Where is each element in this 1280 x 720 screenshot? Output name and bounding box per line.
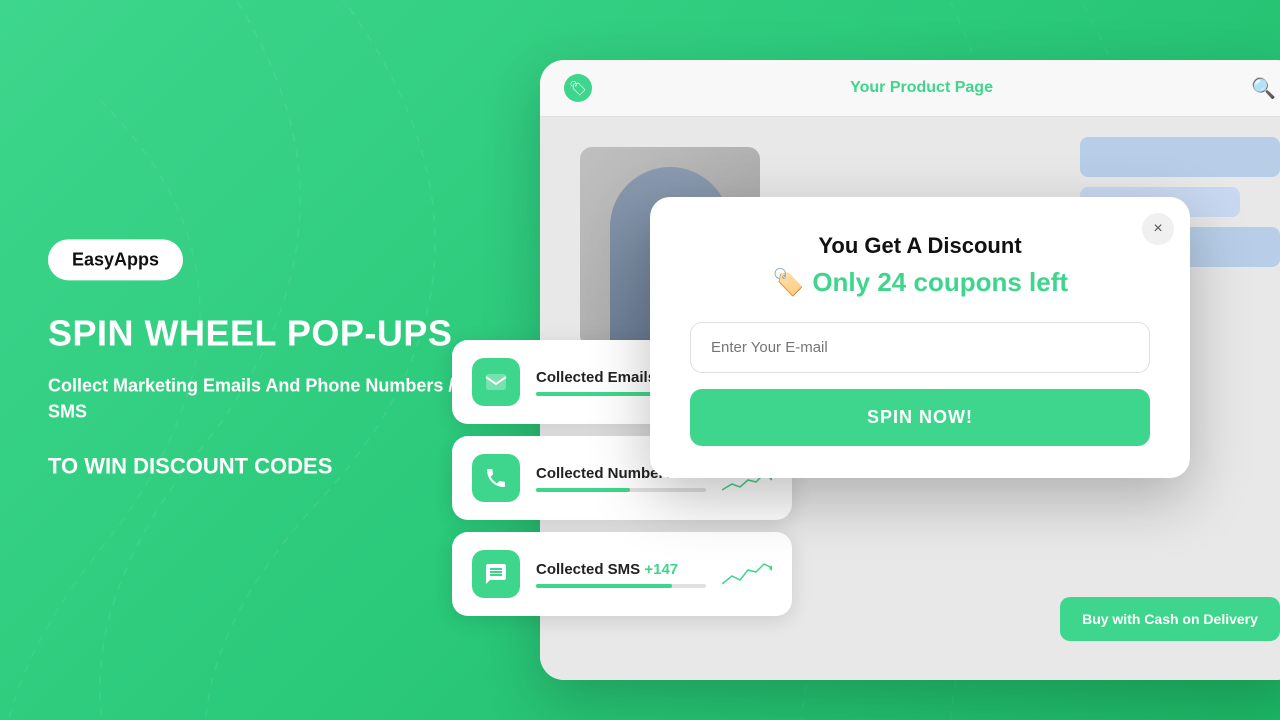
brand-name: EasyApps	[72, 249, 159, 270]
mock-page-title: Your Product Page	[850, 79, 993, 97]
popup-subtitle-text: Only 24 coupons left	[812, 267, 1068, 298]
headline: SPIN WHEEL POP-UPS	[48, 312, 478, 353]
popup-modal: × You Get A Discount 🏷️ Only 24 coupons …	[650, 197, 1190, 478]
popup-subtitle: 🏷️ Only 24 coupons left	[690, 267, 1150, 298]
phone-icon	[472, 454, 520, 502]
mock-bar-1	[1080, 137, 1280, 177]
subheadline: Collect Marketing Emails And Phone Numbe…	[48, 374, 478, 424]
sms-bar-fill	[536, 584, 672, 588]
email-bar-fill	[536, 392, 655, 396]
sms-icon	[472, 550, 520, 598]
tagline: TO WIN DISCOUNT CODES	[48, 452, 478, 481]
spin-now-button[interactable]: SPIN NOW!	[690, 389, 1150, 446]
numbers-bar-fill	[536, 488, 630, 492]
sms-stat-bar	[536, 584, 706, 588]
email-input[interactable]	[690, 322, 1150, 373]
left-panel: EasyApps SPIN WHEEL POP-UPS Collect Mark…	[48, 239, 478, 480]
sms-stat-info: Collected SMS +147	[536, 561, 706, 588]
mock-header: 🏷 Your Product Page 🔍	[540, 60, 1280, 117]
numbers-stat-bar	[536, 488, 706, 492]
email-icon	[472, 358, 520, 406]
popup-close-button[interactable]: ×	[1142, 213, 1174, 245]
brand-pill: EasyApps	[48, 239, 183, 280]
mock-cash-button[interactable]: Buy with Cash on Delivery	[1060, 597, 1280, 641]
mock-search-icon: 🔍	[1251, 76, 1276, 101]
sms-chart	[722, 558, 772, 590]
sms-stat-title: Collected SMS +147	[536, 561, 706, 578]
mock-logo-icon: 🏷	[564, 74, 592, 102]
tag-icon: 🏷️	[772, 267, 804, 298]
stat-card-sms: Collected SMS +147	[452, 532, 792, 616]
popup-title: You Get A Discount	[690, 233, 1150, 259]
